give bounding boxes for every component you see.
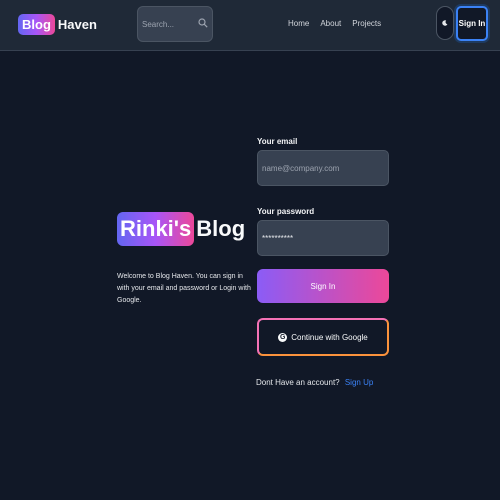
- google-button-label: Continue with Google: [291, 332, 368, 342]
- signup-prompt: Dont Have an account? Sign Up: [256, 378, 373, 387]
- header-sign-in-button[interactable]: Sign In: [456, 6, 488, 41]
- intro-description: Welcome to Blog Haven. You can sign in w…: [117, 273, 251, 304]
- sign-up-link[interactable]: Sign Up: [345, 378, 373, 387]
- logo-badge: Blog: [18, 13, 55, 35]
- sign-in-button[interactable]: Sign In: [257, 269, 389, 303]
- theme-toggle-button[interactable]: [436, 6, 454, 40]
- search-input[interactable]: [138, 7, 198, 41]
- brand-title: Rinki's Blog: [117, 212, 245, 246]
- search-icon[interactable]: [198, 18, 208, 28]
- nav-link-about[interactable]: About: [320, 19, 341, 28]
- email-field[interactable]: [257, 150, 389, 186]
- search-box: [137, 6, 213, 42]
- top-navbar: Blog Haven Home About Projects Sign In: [0, 0, 500, 51]
- account-prompt-text: Dont Have an account?: [256, 378, 340, 387]
- main-nav: Home About Projects: [288, 19, 381, 28]
- brand-badge: Rinki's: [117, 212, 195, 246]
- password-label: Your password: [257, 207, 315, 216]
- google-icon: G: [278, 332, 288, 342]
- password-field[interactable]: [257, 220, 389, 256]
- logo-text: Haven: [57, 16, 97, 32]
- brand-text: Blog: [196, 216, 246, 241]
- nav-link-home[interactable]: Home: [288, 19, 309, 28]
- nav-link-projects[interactable]: Projects: [352, 19, 381, 28]
- site-logo[interactable]: Blog Haven: [18, 12, 97, 36]
- continue-with-google-button[interactable]: G Continue with Google: [257, 318, 389, 356]
- email-label: Your email: [257, 137, 298, 146]
- moon-icon: [442, 20, 448, 26]
